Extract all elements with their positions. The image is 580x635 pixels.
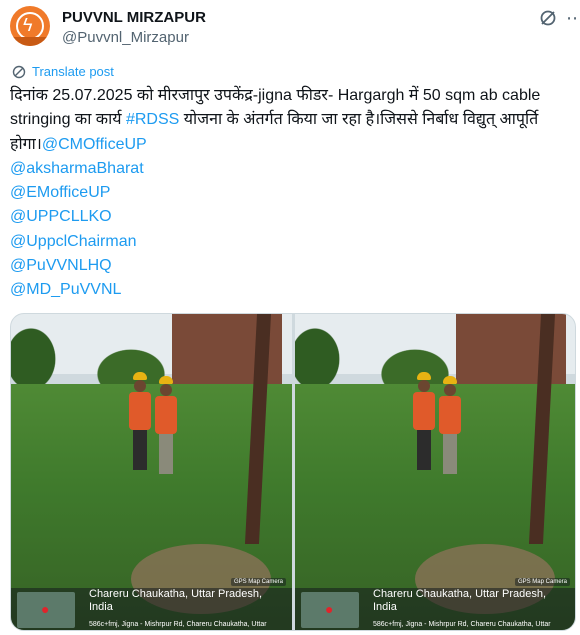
worker-figure bbox=[439, 376, 461, 474]
media-grid: GPS Map Camera ● Chareru Chaukatha, Utta… bbox=[10, 313, 576, 631]
hashtag-link[interactable]: #RDSS bbox=[126, 111, 179, 128]
puvvnl-logo-icon[interactable]: ϟ bbox=[10, 6, 50, 46]
translate-post-link[interactable]: Translate post bbox=[12, 64, 114, 79]
mention-link[interactable]: @PuVVNLHQ bbox=[10, 254, 570, 278]
map-pin-icon: ● bbox=[41, 601, 50, 617]
location-stamp: ● Chareru Chaukatha, Uttar Pradesh, India… bbox=[11, 588, 292, 630]
account-handle[interactable]: @Puvvnl_Mirzapur bbox=[62, 29, 189, 46]
mention-link[interactable]: @UppclChairman bbox=[10, 230, 570, 254]
gps-camera-badge: GPS Map Camera bbox=[514, 578, 570, 586]
map-thumbnail: ● bbox=[17, 592, 75, 628]
location-text: Chareru Chaukatha, Uttar Pradesh, India bbox=[373, 588, 547, 613]
post-photo[interactable]: GPS Map Camera ● Chareru Chaukatha, Utta… bbox=[295, 314, 575, 630]
map-pin-icon: ● bbox=[325, 601, 334, 617]
worker-figure bbox=[129, 372, 151, 470]
translate-icon bbox=[12, 65, 26, 78]
location-stamp: ● Chareru Chaukatha, Uttar Pradesh, India… bbox=[295, 588, 575, 630]
map-thumbnail: ● bbox=[301, 592, 359, 628]
post-photo[interactable]: GPS Map Camera ● Chareru Chaukatha, Utta… bbox=[11, 314, 292, 630]
account-name[interactable]: PUVVNL MIRZAPUR bbox=[62, 9, 206, 26]
more-options-icon[interactable]: ⋯ bbox=[566, 8, 580, 29]
address-text: 586c+fmj, Jigna - Mishrpur Rd, Chareru C… bbox=[373, 621, 551, 628]
gps-camera-badge: GPS Map Camera bbox=[230, 578, 286, 586]
mention-link[interactable]: @MD_PuVVNL bbox=[10, 278, 570, 302]
post-text: दिनांक 25.07.2025 को मीरजापुर उपकेंद्र-j… bbox=[10, 84, 570, 303]
mention-link[interactable]: @UPPCLLKO bbox=[10, 205, 570, 229]
worker-figure bbox=[413, 372, 435, 470]
translate-label: Translate post bbox=[32, 64, 114, 79]
mention-link[interactable]: @EMofficeUP bbox=[10, 181, 570, 205]
address-text: 586c+fmj, Jigna - Mishrpur Rd, Chareru C… bbox=[89, 621, 267, 628]
grok-icon[interactable] bbox=[538, 8, 558, 28]
mention-link[interactable]: @CMOfficeUP bbox=[42, 136, 147, 153]
mention-link[interactable]: @aksharmaBharat bbox=[10, 157, 570, 181]
post-header: ϟ PUVVNL MIRZAPUR @Puvvnl_Mirzapur ⋯ bbox=[10, 6, 580, 52]
worker-figure bbox=[155, 376, 177, 474]
location-text: Chareru Chaukatha, Uttar Pradesh, India bbox=[89, 588, 263, 613]
